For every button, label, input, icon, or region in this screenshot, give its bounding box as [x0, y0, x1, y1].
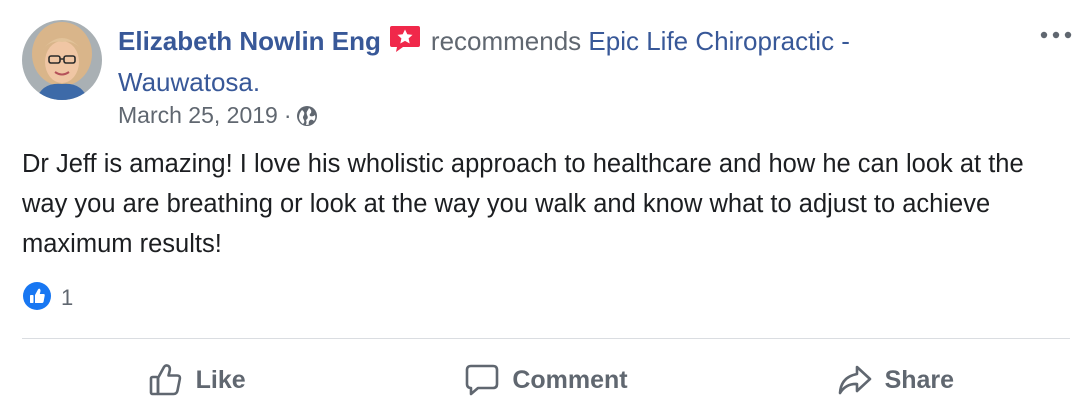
action-bar: Like Comment Share [22, 346, 1070, 414]
reactions-summary[interactable]: 1 [22, 281, 74, 316]
comment-button[interactable]: Comment [371, 346, 720, 414]
recommend-star-icon [389, 25, 421, 63]
like-label: Like [195, 365, 246, 394]
comment-label: Comment [512, 365, 628, 394]
like-button[interactable]: Like [22, 346, 371, 414]
share-arrow-icon [838, 365, 871, 395]
author-name[interactable]: Elizabeth Nowlin Eng [118, 26, 381, 56]
like-reaction-icon [22, 281, 52, 316]
review-text: Dr Jeff is amazing! I love his wholistic… [22, 150, 1024, 258]
meta-separator: · [283, 102, 292, 128]
comment-icon [466, 364, 499, 396]
reaction-count: 1 [61, 285, 74, 310]
post-meta: March 25, 2019 · [118, 100, 318, 130]
recommends-text: recommends [430, 26, 582, 56]
post-date[interactable]: March 25, 2019 [118, 100, 278, 130]
divider [22, 338, 1070, 339]
avatar-photo [22, 20, 102, 100]
globe-icon[interactable] [296, 104, 318, 126]
more-options-icon[interactable] [1038, 28, 1074, 42]
avatar[interactable] [22, 20, 102, 100]
share-button[interactable]: Share [721, 346, 1070, 414]
share-label: Share [884, 365, 955, 394]
thumbs-up-icon [149, 364, 181, 396]
post-header: Elizabeth Nowlin Eng recommends Epic Life… [118, 22, 998, 101]
